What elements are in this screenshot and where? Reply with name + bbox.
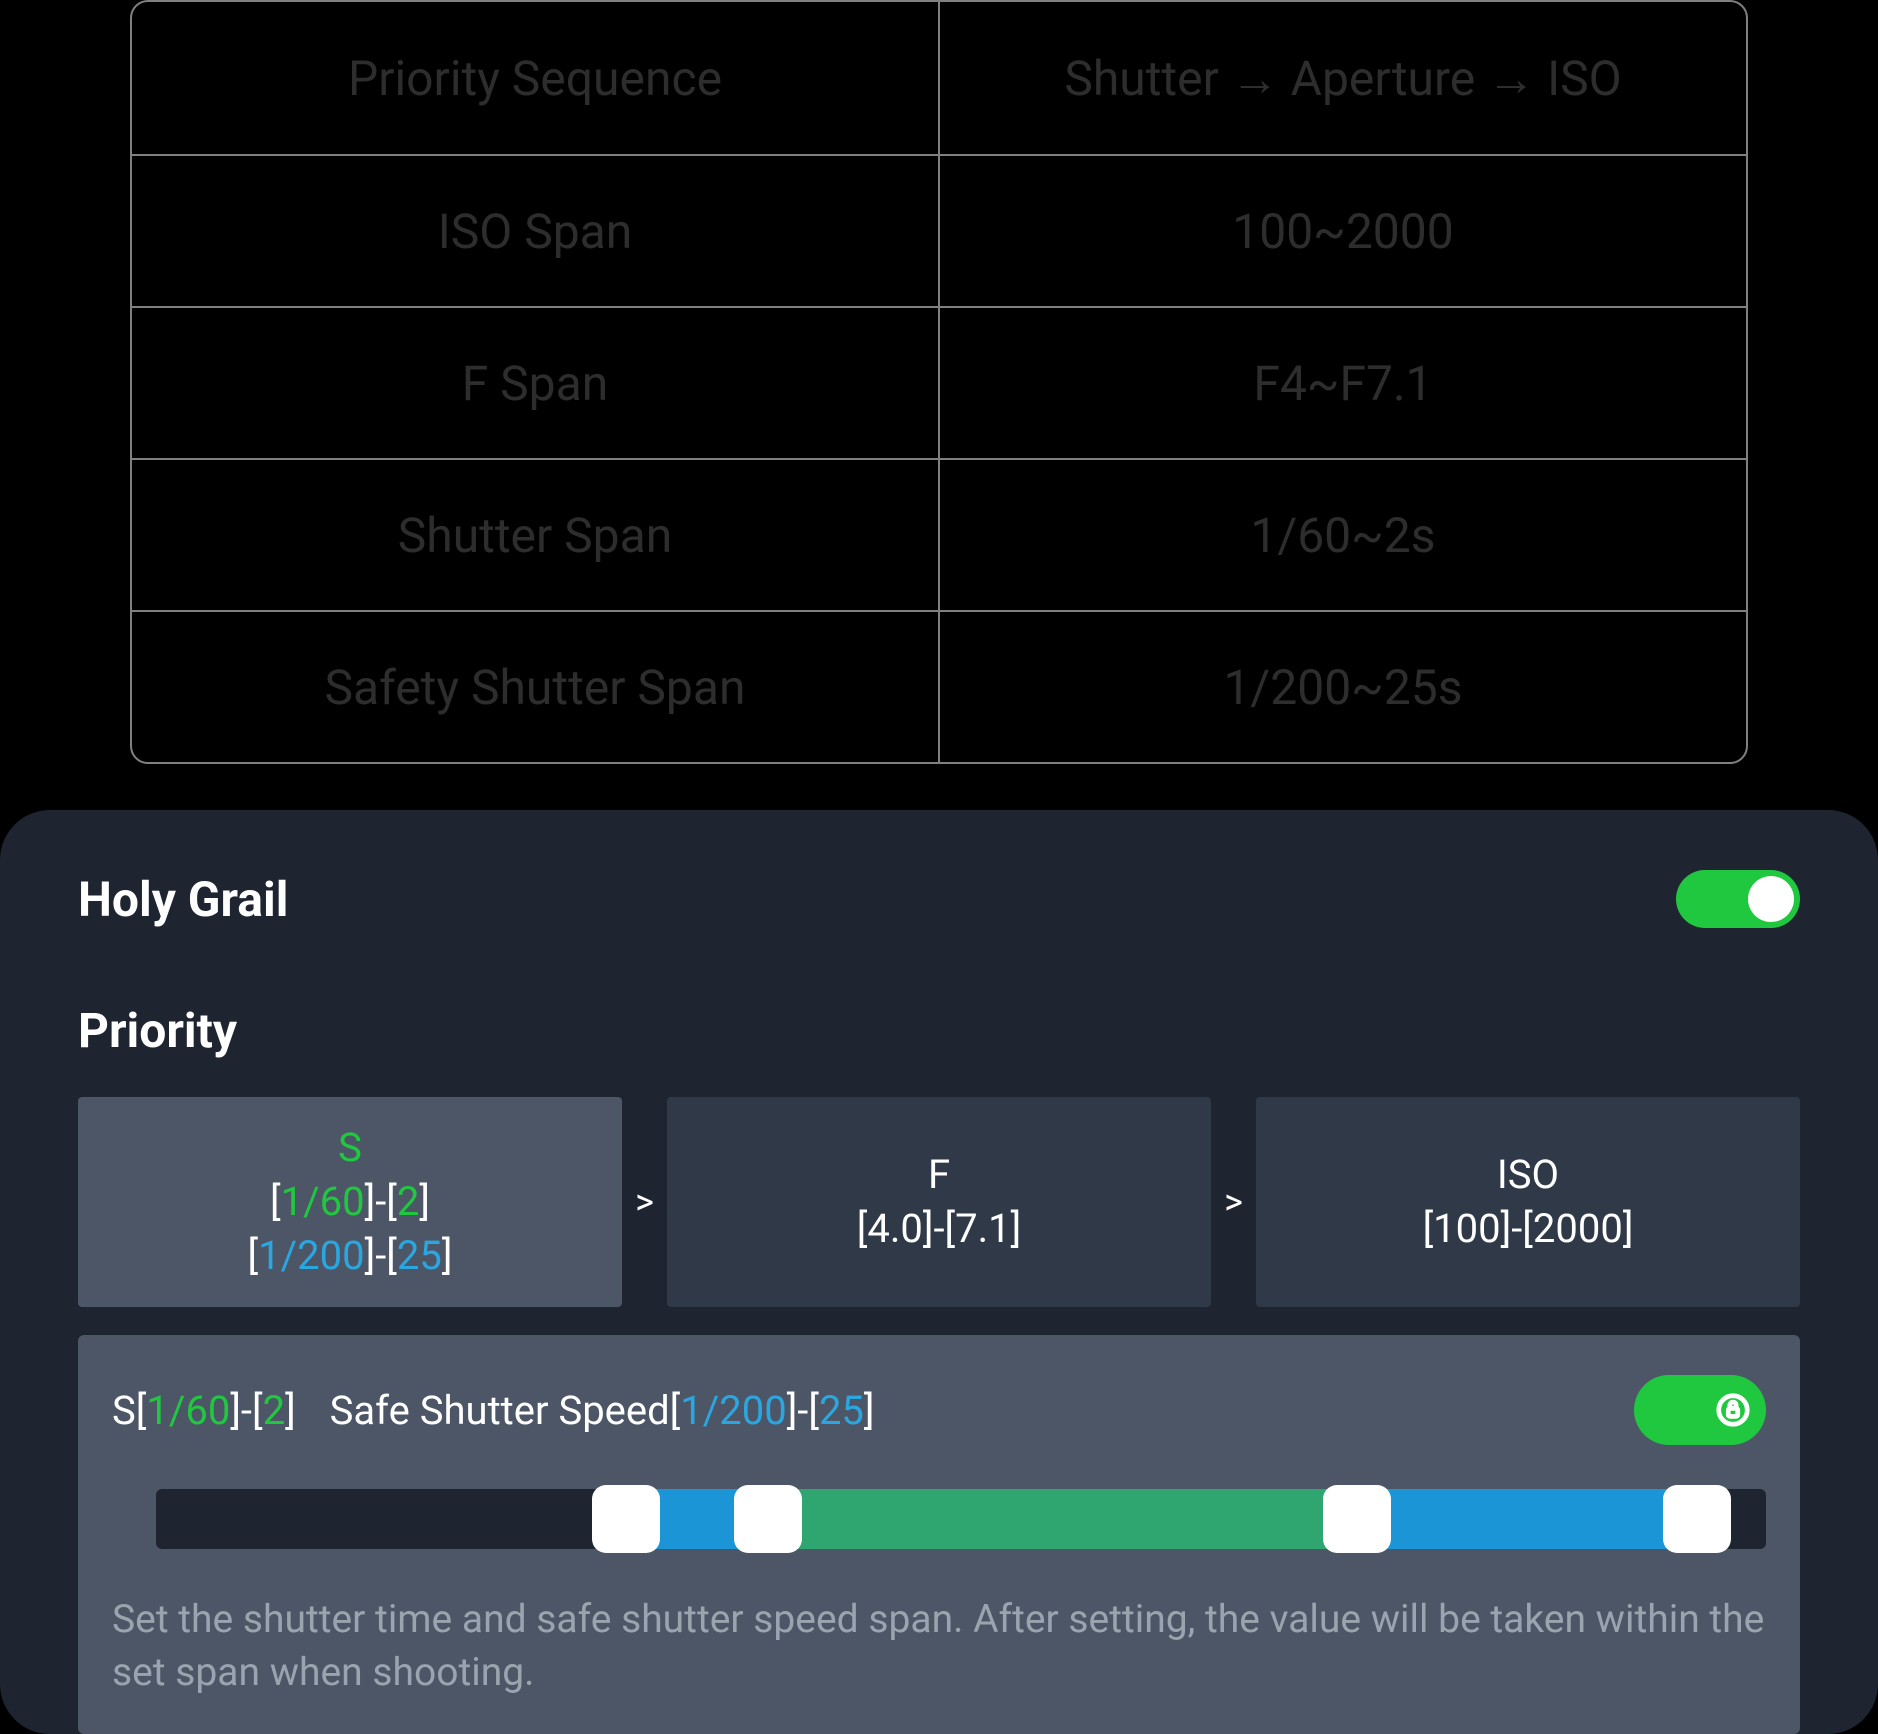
table-value: Shutter → Aperture → ISO xyxy=(940,2,1746,154)
holy-grail-toggle[interactable] xyxy=(1676,870,1800,928)
table-value: 100~2000 xyxy=(940,156,1746,306)
priority-card-aperture[interactable]: F [4.0]-[7.1] xyxy=(667,1097,1211,1307)
card-head: S xyxy=(338,1121,362,1175)
chevron-right-icon: > xyxy=(622,1097,667,1307)
table-value: F4~F7.1 xyxy=(940,308,1746,458)
table-label: Shutter Span xyxy=(132,460,940,610)
slider-segment-safe-right xyxy=(1357,1489,1697,1549)
table-row: Shutter Span 1/60~2s xyxy=(132,458,1746,610)
table-label: F Span xyxy=(132,308,940,458)
table-value: 1/200~25s xyxy=(940,612,1746,762)
card-line: [1/60]-[2] xyxy=(270,1175,430,1229)
safe-shutter-label: Safe Shutter Speed[1/200]-[25] xyxy=(330,1387,875,1434)
toggle-knob xyxy=(1748,876,1794,922)
shutter-span-label: S[1/60]-[2] xyxy=(112,1387,296,1434)
card-line: [1/200]-[25] xyxy=(248,1229,453,1283)
priority-label: Priority xyxy=(78,1002,1800,1059)
table-label: ISO Span xyxy=(132,156,940,306)
table-row: Safety Shutter Span 1/200~25s xyxy=(132,610,1746,762)
slider-handle-max[interactable] xyxy=(1323,1485,1391,1553)
shutter-detail-box: S[1/60]-[2] Safe Shutter Speed[1/200]-[2… xyxy=(78,1335,1800,1734)
slider-segment-primary xyxy=(768,1489,1357,1549)
slider-handle-safe-min[interactable] xyxy=(592,1485,660,1553)
table-label: Priority Sequence xyxy=(132,2,940,154)
table-row: ISO Span 100~2000 xyxy=(132,154,1746,306)
card-head: ISO xyxy=(1497,1148,1559,1202)
chevron-right-icon: > xyxy=(1211,1097,1256,1307)
priority-card-shutter[interactable]: S [1/60]-[2] [1/200]-[25] xyxy=(78,1097,622,1307)
shutter-range-slider[interactable] xyxy=(156,1489,1766,1549)
priority-card-iso[interactable]: ISO [100]-[2000] xyxy=(1256,1097,1800,1307)
holy-grail-panel: Holy Grail Priority S [1/60]-[2] [1/200]… xyxy=(0,810,1878,1734)
help-text: Set the shutter time and safe shutter sp… xyxy=(112,1593,1766,1698)
lock-icon xyxy=(1714,1391,1752,1429)
spec-table: Priority Sequence Shutter → Aperture → I… xyxy=(130,0,1748,764)
table-label: Safety Shutter Span xyxy=(132,612,940,762)
slider-handle-safe-max[interactable] xyxy=(1663,1485,1731,1553)
card-line: [100]-[2000] xyxy=(1423,1202,1634,1256)
table-row: Priority Sequence Shutter → Aperture → I… xyxy=(132,2,1746,154)
priority-row: S [1/60]-[2] [1/200]-[25] > F [4.0]-[7.1… xyxy=(78,1097,1800,1307)
card-line: [4.0]-[7.1] xyxy=(857,1202,1022,1256)
card-head: F xyxy=(928,1148,950,1202)
panel-title: Holy Grail xyxy=(78,871,288,928)
table-value: 1/60~2s xyxy=(940,460,1746,610)
lock-toggle[interactable] xyxy=(1634,1375,1766,1445)
slider-handle-min[interactable] xyxy=(734,1485,802,1553)
table-row: F Span F4~F7.1 xyxy=(132,306,1746,458)
